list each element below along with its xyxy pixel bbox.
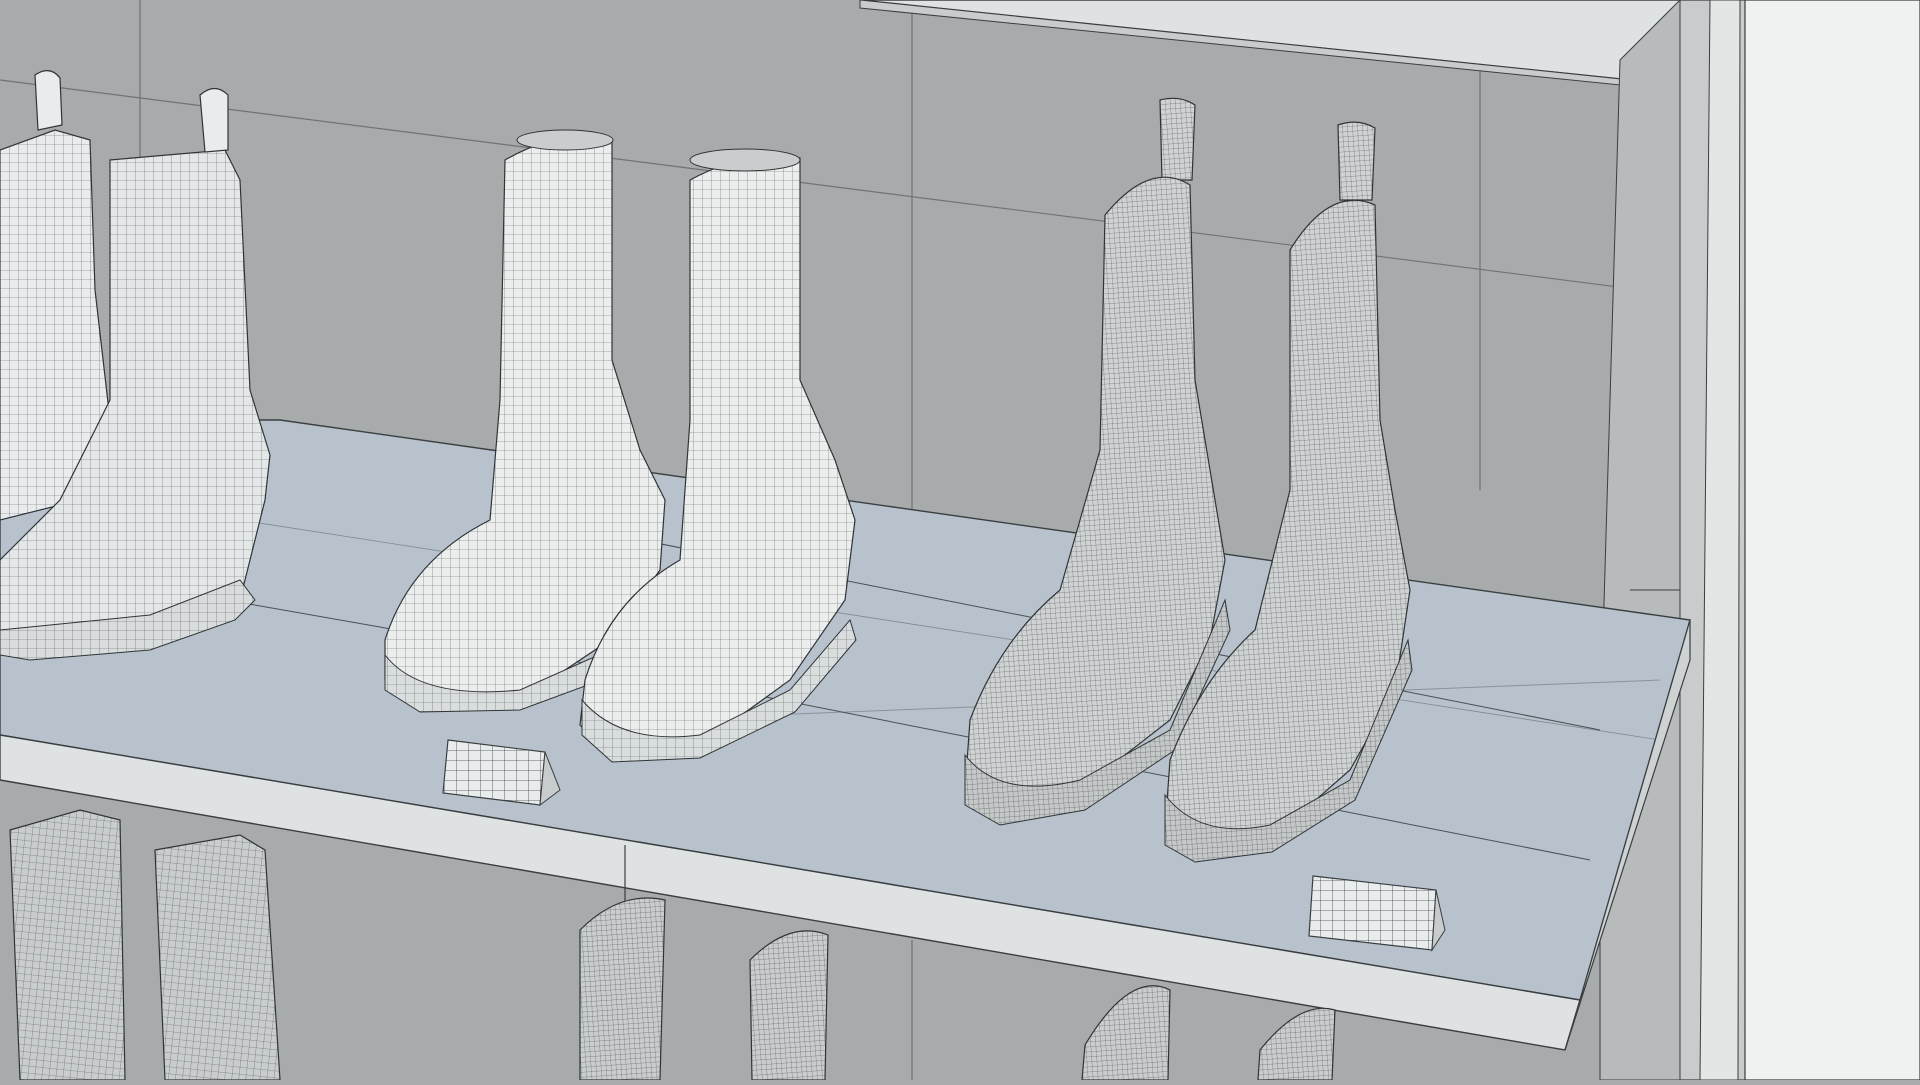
render-viewport xyxy=(0,0,1920,1081)
side-panel xyxy=(1599,0,1920,1081)
boot-icon xyxy=(579,897,666,1081)
boot-icon xyxy=(154,834,281,1081)
boot-icon xyxy=(749,930,829,1081)
render-canvas xyxy=(0,0,1920,1081)
boot-icon xyxy=(9,809,126,1081)
boot-pair-left xyxy=(0,70,271,661)
